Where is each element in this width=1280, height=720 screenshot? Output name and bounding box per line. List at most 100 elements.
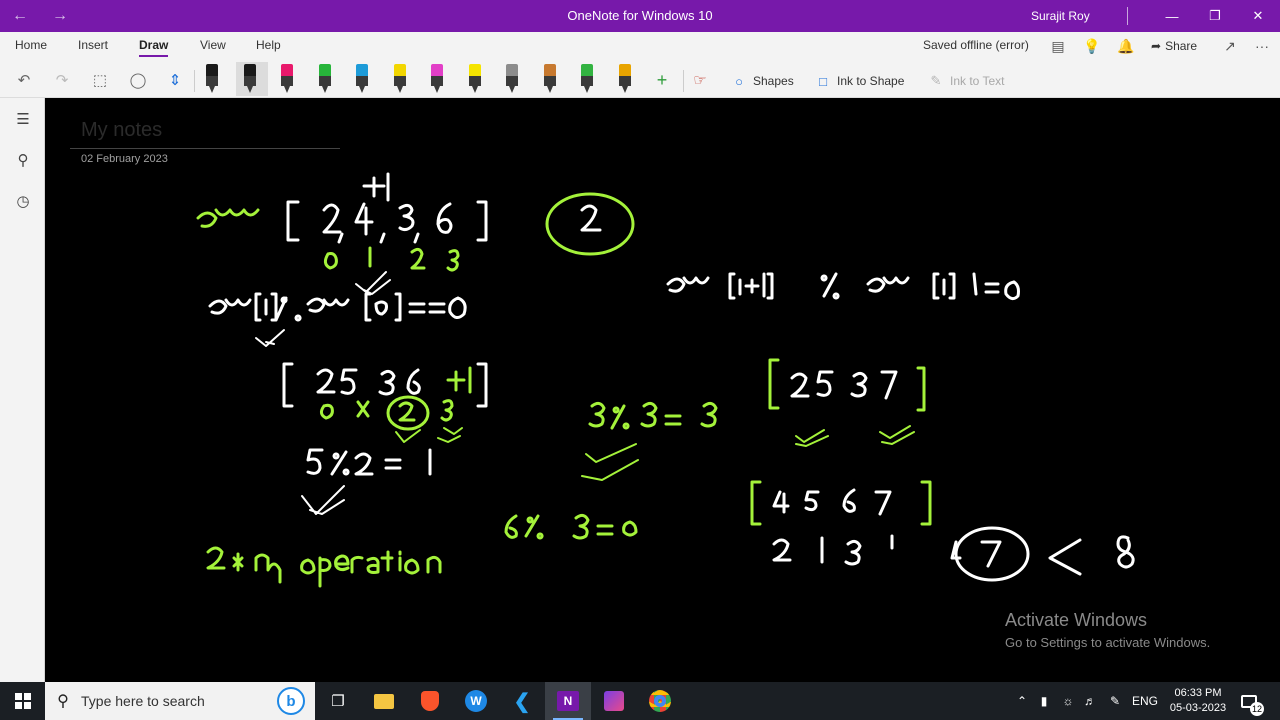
tab-home[interactable]: Home xyxy=(15,38,47,52)
ink-stroke xyxy=(795,425,915,447)
ink-stroke xyxy=(323,246,460,272)
task-view-icon[interactable]: ❐ xyxy=(315,682,361,720)
tab-draw[interactable]: Draw xyxy=(139,38,169,57)
ink-to-text-button[interactable]: ✎ Ink to Text xyxy=(928,72,1005,90)
bing-icon[interactable]: b xyxy=(277,687,305,715)
ink-stroke xyxy=(319,400,370,420)
tab-help[interactable]: Help xyxy=(256,38,281,52)
redo-icon[interactable]: ↷ xyxy=(50,68,74,92)
ink-stroke xyxy=(954,526,1030,582)
ink-stroke xyxy=(255,329,285,347)
start-button[interactable] xyxy=(0,682,45,720)
ink-replay-icon[interactable]: ☞ xyxy=(688,68,712,92)
note-canvas[interactable]: My notes 02 February 2023 Activate Windo… xyxy=(46,98,1280,682)
ink-stroke xyxy=(306,448,432,476)
toolbar-divider xyxy=(683,70,684,92)
notebook-pages-icon[interactable]: ▤ xyxy=(1048,36,1068,56)
ink-stroke xyxy=(772,534,894,566)
share-button[interactable]: ➦ Share xyxy=(1151,36,1197,56)
pen-icon[interactable] xyxy=(353,64,371,94)
side-navigation: ☰ ⚲ ◷ xyxy=(0,98,45,682)
ink-stroke xyxy=(768,358,926,412)
share-icon: ➦ xyxy=(1151,39,1162,53)
show-hidden-icons[interactable]: ⌃ xyxy=(1012,682,1032,720)
language-indicator[interactable]: ENG xyxy=(1130,682,1160,720)
ink-stroke xyxy=(300,550,442,588)
pen-icon[interactable] xyxy=(503,64,521,94)
undo-icon[interactable]: ↶ xyxy=(12,68,36,92)
add-space-icon[interactable]: ⇕ xyxy=(163,68,187,92)
ink-to-shape-button[interactable]: □ Ink to Shape xyxy=(815,72,904,90)
tab-insert[interactable]: Insert xyxy=(78,38,108,52)
shapes-button[interactable]: ○ Shapes xyxy=(731,72,794,90)
ink-stroke xyxy=(208,292,467,322)
snip-sketch-icon[interactable] xyxy=(591,682,637,720)
ink-to-shape-label: Ink to Shape xyxy=(837,74,905,88)
draw-toolbar: ↶ ↷ ⬚ ◯ ⇕ + ☞ ○ Shapes □ Ink to Shape ✎ … xyxy=(0,62,1280,98)
search-icon[interactable]: ⚲ xyxy=(12,149,34,171)
vscode-icon[interactable]: ❮ xyxy=(499,682,545,720)
user-name[interactable]: Surajit Roy xyxy=(1031,9,1090,23)
windows-logo-icon xyxy=(14,693,31,709)
ink-stroke xyxy=(206,546,282,584)
brave-browser-icon[interactable] xyxy=(407,682,453,720)
ink-stroke xyxy=(196,208,260,228)
search-icon: ⚲ xyxy=(57,693,69,710)
onenote-taskbar-icon[interactable]: N xyxy=(545,682,591,720)
close-button[interactable]: ✕ xyxy=(1236,0,1280,32)
pen-icon[interactable] xyxy=(316,64,334,94)
sync-status[interactable]: Saved offline (error) xyxy=(923,38,1029,52)
fullscreen-icon[interactable]: ↗ xyxy=(1220,36,1240,56)
ink-stroke xyxy=(286,200,488,242)
pen-workspace-icon[interactable]: ✎ xyxy=(1104,682,1126,720)
ink-stroke xyxy=(790,370,898,400)
ink-stroke xyxy=(362,172,390,202)
pen-icon[interactable] xyxy=(428,64,446,94)
tab-view[interactable]: View xyxy=(200,38,226,52)
network-icon[interactable]: ☼ xyxy=(1058,682,1078,720)
taskbar-search[interactable]: ⚲ Type here to search b xyxy=(45,682,315,720)
toolbar-divider xyxy=(194,70,195,92)
ink-stroke xyxy=(581,443,639,481)
pen-icon[interactable] xyxy=(466,64,484,94)
pen-icon[interactable] xyxy=(391,64,409,94)
pen-icon[interactable] xyxy=(278,64,296,94)
lasso-select-icon[interactable]: ◯ xyxy=(126,68,150,92)
handwritten-ink xyxy=(196,172,1135,588)
ink-stroke xyxy=(316,368,421,396)
taskbar: ⚲ Type here to search b ❐ W ❮ N ⌃ ▮ ☼ ♬ … xyxy=(0,682,1280,720)
title-bar: ← → OneNote for Windows 10 Surajit Roy —… xyxy=(0,0,1280,32)
pen-icon[interactable] xyxy=(616,64,634,94)
pen-icon[interactable] xyxy=(578,64,596,94)
whiteboard-icon[interactable]: W xyxy=(453,682,499,720)
share-label: Share xyxy=(1165,39,1198,53)
shapes-icon: ○ xyxy=(735,73,743,89)
ink-to-shape-icon: □ xyxy=(819,73,827,89)
notebooks-icon[interactable]: ☰ xyxy=(12,108,34,130)
search-placeholder: Type here to search xyxy=(81,693,205,709)
ink-stroke xyxy=(1048,535,1135,576)
bell-icon[interactable]: 🔔 xyxy=(1116,36,1136,56)
titlebar-divider xyxy=(1127,7,1128,25)
lightbulb-icon[interactable]: 💡 xyxy=(1082,36,1102,56)
ink-stroke xyxy=(322,202,453,244)
taskbar-clock[interactable]: 06:33 PM 05-03-2023 xyxy=(1160,686,1236,716)
onenote-window: ← → OneNote for Windows 10 Surajit Roy —… xyxy=(0,0,1280,720)
file-explorer-icon[interactable] xyxy=(361,682,407,720)
shapes-label: Shapes xyxy=(753,74,794,88)
select-tool-icon[interactable]: ⬚ xyxy=(88,68,112,92)
clock-time: 06:33 PM xyxy=(1174,687,1222,699)
minimize-button[interactable]: — xyxy=(1150,0,1194,32)
add-pen-icon[interactable]: + xyxy=(650,68,674,92)
pen-icon[interactable] xyxy=(541,64,559,94)
activate-windows-subtitle: Go to Settings to activate Windows. xyxy=(1005,635,1211,650)
ribbon-tabs: Home Insert Draw View Help Saved offline… xyxy=(0,32,1280,60)
restore-button[interactable]: ❐ xyxy=(1193,0,1237,32)
more-options-icon[interactable]: ··· xyxy=(1252,36,1272,56)
volume-icon[interactable]: ♬ xyxy=(1080,682,1100,720)
pen-icon[interactable] xyxy=(203,64,221,94)
battery-icon[interactable]: ▮ xyxy=(1034,682,1054,720)
pen-icon[interactable] xyxy=(241,64,259,94)
recent-icon[interactable]: ◷ xyxy=(12,190,34,212)
chrome-icon[interactable] xyxy=(637,682,683,720)
